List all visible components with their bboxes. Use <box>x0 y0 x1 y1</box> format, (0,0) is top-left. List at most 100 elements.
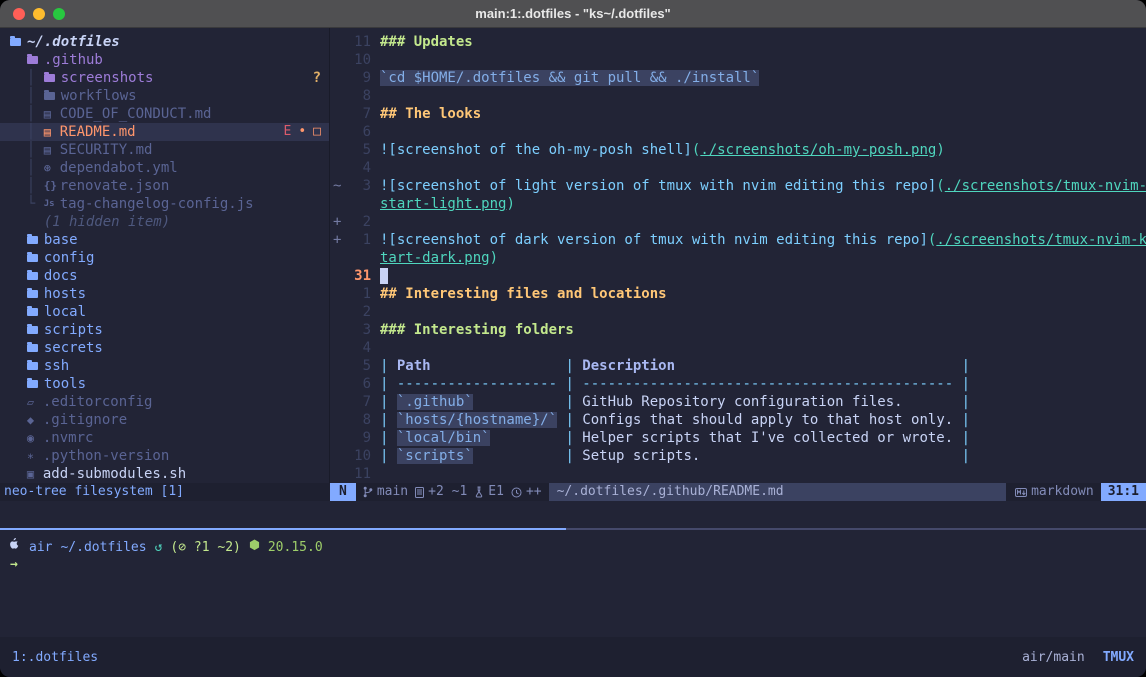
minimize-button[interactable] <box>33 8 45 20</box>
tmux-window-tab[interactable]: 1:.dotfiles <box>12 650 98 665</box>
shell-prompt[interactable]: air ~/.dotfiles ↺ (⊘ ?1 ~2) 20.15.0 <box>10 538 323 557</box>
updates-label: ++ <box>526 483 542 501</box>
line-number: 4 <box>343 159 371 177</box>
text-segment: ![screenshot of light version of tmux wi… <box>380 178 936 194</box>
diagnostics-label: E1 <box>488 483 504 501</box>
editor-line[interactable]: 10| `scripts` | Setup scripts. | <box>333 447 1146 465</box>
gutter-sign <box>333 105 343 123</box>
tree-item-secrets[interactable]: secrets <box>0 339 329 357</box>
editor-line[interactable]: 6| ------------------- | ---------------… <box>333 375 1146 393</box>
text-segment: GitHub Repository configuration files. <box>582 394 961 410</box>
line-number: 2 <box>343 303 371 321</box>
tree-item-label: CODE_OF_CONDUCT.md <box>60 105 212 123</box>
editor-line[interactable]: 8| `hosts/{hostname}/` | Configs that sh… <box>333 411 1146 429</box>
flask-icon <box>474 486 484 498</box>
diagnostics: E1 <box>474 483 504 501</box>
editor-line[interactable]: 7## The looks <box>333 105 1146 123</box>
buffer-icon <box>415 487 424 498</box>
indent-guide <box>10 429 27 447</box>
indent-guide <box>10 303 27 321</box>
editor-line[interactable]: 8 <box>333 87 1146 105</box>
tree-item-python-version[interactable]: ∗.python-version <box>0 447 329 465</box>
tree-item-docs[interactable]: docs <box>0 267 329 285</box>
editor-line[interactable]: 2 <box>333 303 1146 321</box>
text-segment: | <box>380 412 397 428</box>
tree-item-1-hidden-item[interactable]: (1 hidden item) <box>0 213 329 231</box>
text-segment: | <box>565 448 582 464</box>
line-number: 5 <box>343 141 371 159</box>
tree-item-screenshots[interactable]: │ screenshots? <box>0 69 329 87</box>
tree-item-config[interactable]: config <box>0 249 329 267</box>
text-segment: Helper scripts that I've collected or wr… <box>582 430 961 446</box>
tree-item-local[interactable]: local <box>0 303 329 321</box>
text-segment <box>431 358 566 374</box>
shell-pane[interactable]: air ~/.dotfiles ↺ (⊘ ?1 ~2) 20.15.0 → <box>0 501 1146 637</box>
tree-item-tools[interactable]: tools <box>0 375 329 393</box>
tree-item-label: SECURITY.md <box>60 141 153 159</box>
tree-item-github[interactable]: .github <box>0 51 329 69</box>
tree-item-gitignore[interactable]: ◆.gitignore <box>0 411 329 429</box>
zoom-button[interactable] <box>53 8 65 20</box>
editor-line[interactable]: 9`cd $HOME/.dotfiles && git pull && ./in… <box>333 69 1146 87</box>
text-segment: ) <box>506 196 514 212</box>
tree-item-security-md[interactable]: │ ▤SECURITY.md <box>0 141 329 159</box>
tree-item-code-of-conduct-md[interactable]: │ ▤CODE_OF_CONDUCT.md <box>0 105 329 123</box>
tree-item-label: ~/.dotfiles <box>27 33 120 51</box>
editor-line[interactable]: + 2 <box>333 213 1146 231</box>
folder-icon <box>27 272 38 280</box>
editor-line[interactable]: tart-dark.png) <box>333 249 1146 267</box>
tree-item-label: .gitignore <box>43 411 127 429</box>
editor-line[interactable]: 4 <box>333 339 1146 357</box>
tree-item-tag-changelog-config-js[interactable]: └ Jstag-changelog-config.js <box>0 195 329 213</box>
editor-line[interactable]: 11 <box>333 465 1146 483</box>
tree-item-dependabot-yml[interactable]: │ ⊛dependabot.yml <box>0 159 329 177</box>
editor-line[interactable]: + 1![screenshot of dark version of tmux … <box>333 231 1146 249</box>
folder-icon <box>27 290 38 298</box>
indent-guide <box>10 375 27 393</box>
editor-line[interactable]: start-light.png) <box>333 195 1146 213</box>
editor-line[interactable]: 3### Interesting folders <box>333 321 1146 339</box>
tree-item-label: .editorconfig <box>43 393 153 411</box>
editor-line[interactable]: 5| Path | Description | <box>333 357 1146 375</box>
tree-item-nvmrc[interactable]: ◉.nvmrc <box>0 429 329 447</box>
tree-item-add-submodules-sh[interactable]: ▣add-submodules.sh <box>0 465 329 483</box>
editor-line[interactable]: 6 <box>333 123 1146 141</box>
tree-item-hosts[interactable]: hosts <box>0 285 329 303</box>
tree-item-scripts[interactable]: scripts <box>0 321 329 339</box>
editor-line[interactable]: 1## Interesting files and locations <box>333 285 1146 303</box>
tree-item-readme-md[interactable]: │ ▤README.mdE•□ <box>0 123 329 141</box>
editor-line[interactable]: 31 <box>333 267 1146 285</box>
gutter-sign <box>333 447 343 465</box>
line-number: 31 <box>343 267 371 285</box>
line-number: 3 <box>343 177 371 195</box>
editor-line[interactable]: 7| `.github` | GitHub Repository configu… <box>333 393 1146 411</box>
editor-line[interactable]: ~ 3![screenshot of light version of tmux… <box>333 177 1146 195</box>
gutter-sign <box>333 339 343 357</box>
diamond-icon: ◆ <box>27 411 43 429</box>
editor-line[interactable]: 5![screenshot of the oh-my-posh shell](.… <box>333 141 1146 159</box>
indent-guide <box>10 213 44 231</box>
editor-line[interactable]: 9| `local/bin` | Helper scripts that I'v… <box>333 429 1146 447</box>
tree-item-dotfiles[interactable]: ~/.dotfiles <box>0 33 329 51</box>
text-segment: | <box>565 376 582 392</box>
text-segment: | <box>565 412 582 428</box>
tree-item-ssh[interactable]: ssh <box>0 357 329 375</box>
tree-item-workflows[interactable]: │ workflows <box>0 87 329 105</box>
editor-line[interactable]: 11### Updates <box>333 33 1146 51</box>
editor-line[interactable]: 10 <box>333 51 1146 69</box>
folder-icon <box>27 362 38 370</box>
node-icon <box>249 539 260 557</box>
tree-item-editorconfig[interactable]: ▱.editorconfig <box>0 393 329 411</box>
editor-buffer[interactable]: 11### Updates 10 9`cd $HOME/.dotfiles &&… <box>330 28 1146 483</box>
indent-guide: │ <box>10 69 44 87</box>
close-button[interactable] <box>13 8 25 20</box>
tree-item-base[interactable]: base <box>0 231 329 249</box>
tree-item-label: scripts <box>44 321 103 339</box>
pane-divider-active[interactable] <box>0 528 566 530</box>
asterisk-icon: ∗ <box>27 447 43 465</box>
prompt-arrow[interactable]: → <box>10 556 18 574</box>
indent-guide <box>10 51 27 69</box>
line-number: 11 <box>343 465 371 483</box>
editor-line[interactable]: 4 <box>333 159 1146 177</box>
tree-item-renovate-json[interactable]: │ {}renovate.json <box>0 177 329 195</box>
